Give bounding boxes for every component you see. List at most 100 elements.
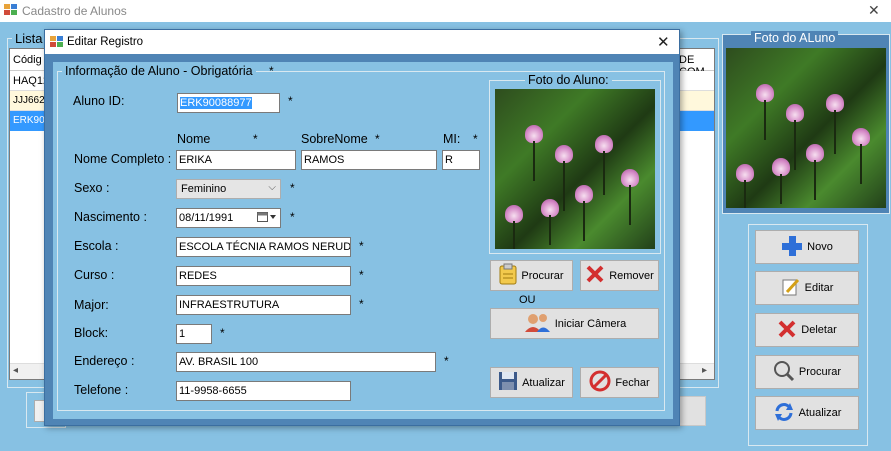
block-required: * xyxy=(220,326,225,340)
edit-note-icon xyxy=(781,277,801,300)
fechar-label: Fechar xyxy=(615,376,650,389)
block-input[interactable]: 1 xyxy=(176,324,212,344)
nome-required: * xyxy=(253,132,258,146)
endereco-label: Endereço : xyxy=(74,354,135,368)
nome-input[interactable]: ERIKA xyxy=(176,150,296,170)
editar-label: Editar xyxy=(804,282,834,294)
edit-dialog: Editar Registro ✕ Informação de Aluno - … xyxy=(44,29,680,426)
nascimento-required: * xyxy=(290,210,295,224)
dialog-title: Editar Registro xyxy=(67,36,144,48)
dialog-atualizar-label: Atualizar xyxy=(522,376,565,389)
app-icon xyxy=(4,4,17,16)
dialog-procurar-label: Procurar xyxy=(521,269,564,282)
major-value: INFRAESTRUTURA xyxy=(179,299,280,311)
remover-button[interactable]: Remover xyxy=(580,260,659,291)
mi-value: R xyxy=(445,154,453,166)
fechar-button[interactable]: Fechar xyxy=(580,367,659,398)
list-group-title: Lista xyxy=(12,31,46,46)
block-label: Block: xyxy=(74,326,109,340)
telefone-label: Telefone : xyxy=(74,383,129,397)
nascimento-datepicker[interactable]: 08/11/1991 xyxy=(176,208,281,228)
save-disk-icon xyxy=(498,371,518,394)
no-entry-icon xyxy=(589,370,611,395)
dialog-photo-group-title: Foto do Aluno: xyxy=(525,73,612,87)
dialog-app-icon xyxy=(50,36,63,51)
refresh-icon xyxy=(773,401,795,426)
deletar-button[interactable]: Deletar xyxy=(755,313,859,347)
major-label: Major: xyxy=(74,298,109,312)
delete-x-icon xyxy=(777,319,797,342)
mi-header: MI: xyxy=(443,132,461,146)
nascimento-label: Nascimento : xyxy=(74,210,147,224)
atualizar-label: Atualizar xyxy=(798,407,842,419)
scroll-left-icon[interactable]: ◂ xyxy=(13,365,18,376)
major-input[interactable]: INFRAESTRUTURA xyxy=(176,295,351,315)
nome-value: ERIKA xyxy=(179,154,213,166)
calendar-icon[interactable] xyxy=(257,211,277,226)
main-close-icon[interactable]: ✕ xyxy=(868,2,880,19)
telefone-value: 11-9958-6655 xyxy=(179,385,247,397)
nome-completo-label: Nome Completo : xyxy=(74,152,172,166)
escola-required: * xyxy=(359,239,364,253)
dialog-procurar-button[interactable]: Procurar xyxy=(490,260,573,291)
escola-label: Escola : xyxy=(74,239,119,253)
curso-value: REDES xyxy=(179,270,217,282)
remover-label: Remover xyxy=(609,269,654,282)
sobrenome-required: * xyxy=(375,132,380,146)
main-photo-group-title: Foto do ALuno xyxy=(751,31,839,45)
endereco-required: * xyxy=(444,354,449,368)
dialog-titlebar: Editar Registro ✕ xyxy=(45,30,679,54)
sexo-value: Feminino xyxy=(181,183,227,195)
escola-value: ESCOLA TÉCNIA RAMOS NERUDA xyxy=(179,241,351,253)
novo-button[interactable]: Novo xyxy=(755,230,859,264)
sexo-required: * xyxy=(290,181,295,195)
endereco-value: AV. BRASIL 100 xyxy=(179,356,259,368)
dialog-atualizar-button[interactable]: Atualizar xyxy=(490,367,573,398)
block-value: 1 xyxy=(179,328,186,340)
student-info-group-title: Informação de Aluno - Obrigatória xyxy=(62,64,256,78)
major-required: * xyxy=(359,297,364,311)
procurar-label: Procurar xyxy=(798,366,842,378)
curso-required: * xyxy=(359,268,364,282)
dialog-close-icon[interactable]: ✕ xyxy=(657,33,670,51)
aluno-id-required: * xyxy=(288,94,293,108)
endereco-input[interactable]: AV. BRASIL 100 xyxy=(176,352,436,372)
curso-input[interactable]: REDES xyxy=(176,266,351,286)
clipboard-icon xyxy=(499,263,517,288)
curso-label: Curso : xyxy=(74,268,115,282)
escola-input[interactable]: ESCOLA TÉCNIA RAMOS NERUDA xyxy=(176,237,351,257)
main-student-photo xyxy=(726,48,886,208)
editar-button[interactable]: Editar xyxy=(755,271,859,305)
sobrenome-input[interactable]: RAMOS xyxy=(301,150,437,170)
aluno-id-value: ERK90088977 xyxy=(180,97,252,109)
procurar-button[interactable]: Procurar xyxy=(755,355,859,389)
bottom-element-right xyxy=(678,396,706,426)
iniciar-camera-button[interactable]: Iniciar Câmera xyxy=(490,308,659,339)
remove-x-icon xyxy=(585,264,605,287)
grid-header-code[interactable]: Códig xyxy=(13,54,42,66)
novo-label: Novo xyxy=(807,241,833,253)
dialog-student-photo xyxy=(495,89,655,249)
magnifier-icon xyxy=(773,360,795,385)
telefone-input[interactable]: 11-9958-6655 xyxy=(176,381,351,401)
nome-header: Nome xyxy=(177,132,211,146)
sexo-label: Sexo : xyxy=(74,181,110,195)
aluno-id-input[interactable]: ERK90088977 xyxy=(177,93,280,113)
mi-input[interactable]: R xyxy=(442,150,480,170)
main-window-title: Cadastro de Alunos xyxy=(22,4,127,18)
chevron-down-icon[interactable]: ⌵ xyxy=(268,182,276,193)
plus-icon xyxy=(781,235,803,260)
sexo-select[interactable]: Feminino ⌵ xyxy=(176,179,281,199)
sobrenome-header: SobreNome xyxy=(301,132,368,146)
users-camera-icon xyxy=(523,311,551,336)
mi-required: * xyxy=(473,132,478,146)
dialog-inner: Informação de Aluno - Obrigatória * Alun… xyxy=(53,62,673,419)
scroll-right-icon[interactable]: ▸ xyxy=(702,365,707,376)
main-titlebar: Cadastro de Alunos ✕ xyxy=(0,0,891,22)
ou-label: OU xyxy=(519,294,536,306)
aluno-id-label: Aluno ID: xyxy=(73,94,125,108)
atualizar-button[interactable]: Atualizar xyxy=(755,396,859,430)
nascimento-value: 08/11/1991 xyxy=(179,212,234,224)
sobrenome-value: RAMOS xyxy=(304,154,345,166)
table-cell: ERK90 xyxy=(13,115,45,126)
